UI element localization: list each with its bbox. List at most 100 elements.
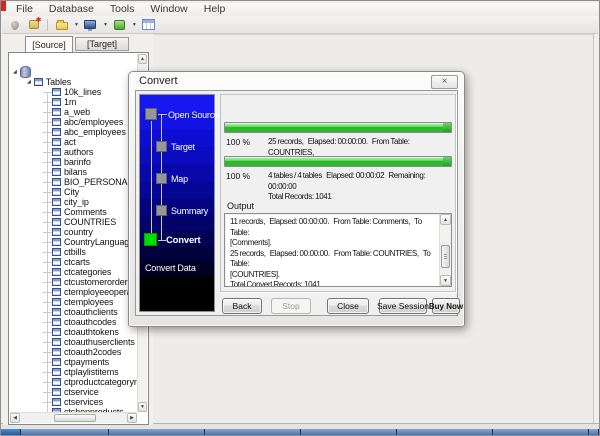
tree-item[interactable]: ctcustomerorders: [10, 277, 137, 287]
table-icon: [52, 188, 61, 196]
tab-source[interactable]: [Source]: [25, 36, 73, 52]
table-icon: [52, 368, 61, 376]
scroll-down-icon[interactable]: ▼: [138, 402, 147, 412]
tree-item[interactable]: ctcategories: [10, 267, 137, 277]
tree-item[interactable]: BIO_PERSONAL_INF: [10, 177, 137, 187]
scrollbar-thumb[interactable]: [54, 414, 96, 422]
chevron-down-icon[interactable]: ▼: [132, 22, 137, 28]
tree-item[interactable]: authors: [10, 147, 137, 157]
taskbar-segment[interactable]: [205, 429, 301, 435]
taskbar-segment[interactable]: [493, 429, 589, 435]
tree-item[interactable]: ctbills: [10, 247, 137, 257]
tab-target[interactable]: [Target]: [75, 37, 129, 51]
dialog-content: Open Source Target Map Summary Convert C…: [135, 90, 463, 316]
tree-connector-line: [47, 92, 48, 412]
tree-item[interactable]: act: [10, 137, 137, 147]
tree-item[interactable]: CountryLanguage: [10, 237, 137, 247]
table-icon: [52, 208, 61, 216]
tree-item[interactable]: City: [10, 187, 137, 197]
wizard-steps-panel: Open Source Target Map Summary Convert C…: [139, 94, 219, 312]
tree-item[interactable]: ctplaylistitems: [10, 367, 137, 377]
tree-item[interactable]: abc_employees: [10, 127, 137, 137]
scroll-left-icon[interactable]: ◀: [10, 413, 20, 423]
view-dropdown-icon[interactable]: [83, 17, 98, 32]
menu-bar: File Database Tools Window Help: [2, 3, 598, 16]
tree-item[interactable]: 10k_lines: [10, 87, 137, 97]
output-text: 11 records, Elapsed: 00:00:00. From Tabl…: [225, 214, 439, 286]
table-progress-bar: [224, 122, 452, 133]
export-dropdown-icon[interactable]: [112, 17, 127, 32]
tree-item[interactable]: COUNTRIES: [10, 217, 137, 227]
tree-item[interactable]: ctpayments: [10, 357, 137, 367]
tree-item[interactable]: ctservice: [10, 387, 137, 397]
tree-item[interactable]: ctcarts: [10, 257, 137, 267]
output-label: Output: [227, 201, 255, 211]
taskbar-segment[interactable]: [1, 429, 21, 435]
tree-item-label: ctservice: [64, 387, 99, 397]
connection-icon[interactable]: [7, 17, 22, 32]
taskbar-segment[interactable]: [397, 429, 493, 435]
tree-item[interactable]: ctoauthtokens: [10, 327, 137, 337]
output-scrollbar[interactable]: ▲ ▼: [439, 214, 451, 286]
tree-item[interactable]: abc/employees: [10, 117, 137, 127]
expand-arrow-icon[interactable]: ◢: [27, 79, 31, 85]
table-icon: [52, 278, 61, 286]
tree-item[interactable]: ctemployees: [10, 297, 137, 307]
scroll-down-icon[interactable]: ▼: [440, 275, 451, 286]
tree-item[interactable]: city_ip: [10, 197, 137, 207]
menu-item-window[interactable]: Window: [142, 3, 195, 16]
grid-icon[interactable]: [141, 17, 156, 32]
total-progress-bar: [224, 156, 452, 167]
buy-now-button[interactable]: Buy Now: [429, 298, 463, 314]
taskbar-segment[interactable]: [109, 429, 205, 435]
table-icon: [52, 178, 61, 186]
menu-item-file[interactable]: File: [8, 3, 41, 16]
table-icon: [52, 168, 61, 176]
tree-item-tables[interactable]: ◢ Tables: [10, 77, 137, 87]
scroll-up-icon[interactable]: ▲: [440, 214, 451, 225]
taskbar-segment[interactable]: [301, 429, 397, 435]
taskbar-segment[interactable]: [589, 429, 599, 435]
progress-fill: [225, 123, 451, 132]
back-button[interactable]: Back: [222, 298, 262, 314]
tree-item-database-root[interactable]: ◢: [10, 65, 137, 78]
menu-item-database[interactable]: Database: [41, 3, 102, 16]
table-icon: [52, 108, 61, 116]
tree-item[interactable]: ctoauthcodes: [10, 317, 137, 327]
table-icon: [52, 358, 61, 366]
tree-item[interactable]: country: [10, 227, 137, 237]
menu-item-help[interactable]: Help: [196, 3, 234, 16]
table-icon: [52, 398, 61, 406]
total-progress-row: 100 % 4 tables / 4 tables Elapsed: 00:00…: [226, 171, 453, 203]
close-button[interactable]: Close: [327, 298, 369, 314]
expand-arrow-icon[interactable]: ◢: [13, 69, 17, 75]
step-label-convert: Convert: [166, 235, 201, 246]
save-session-button[interactable]: Save Session: [377, 298, 429, 314]
tree-item[interactable]: ctoauthuserclients: [10, 337, 137, 347]
tree-item[interactable]: ctproductcategoryrelation: [10, 377, 137, 387]
scroll-right-icon[interactable]: ▶: [127, 413, 137, 423]
menu-item-tools[interactable]: Tools: [102, 3, 143, 16]
close-icon[interactable]: ×: [431, 75, 458, 89]
tree-item[interactable]: a_web: [10, 107, 137, 117]
tree-item[interactable]: ctservices: [10, 397, 137, 407]
tree-item-label: authors: [64, 147, 94, 157]
tree-item-label: a_web: [64, 107, 91, 117]
tree-item[interactable]: ctoauthclients: [10, 307, 137, 317]
scroll-up-icon[interactable]: ▲: [138, 54, 147, 64]
tree-item[interactable]: 1m: [10, 97, 137, 107]
tree-item[interactable]: ctemployeeoperatelog: [10, 287, 137, 297]
chevron-down-icon[interactable]: ▼: [103, 22, 108, 28]
folder-dropdown-icon[interactable]: [54, 17, 69, 32]
tree-item-label: BIO_PERSONAL_INF: [64, 177, 137, 187]
tree-item[interactable]: bilans: [10, 167, 137, 177]
tree-item[interactable]: Comments: [10, 207, 137, 217]
scrollbar-thumb[interactable]: [441, 244, 450, 268]
tree-item[interactable]: ctoauth2codes: [10, 347, 137, 357]
tree-item[interactable]: barinfo: [10, 157, 137, 167]
taskbar-segment[interactable]: [21, 429, 109, 435]
step-node-open-source: [145, 108, 157, 120]
tree-horizontal-scrollbar[interactable]: ◀ ▶: [10, 412, 137, 423]
chevron-down-icon[interactable]: ▼: [74, 22, 79, 28]
new-connection-icon[interactable]: [26, 16, 42, 32]
